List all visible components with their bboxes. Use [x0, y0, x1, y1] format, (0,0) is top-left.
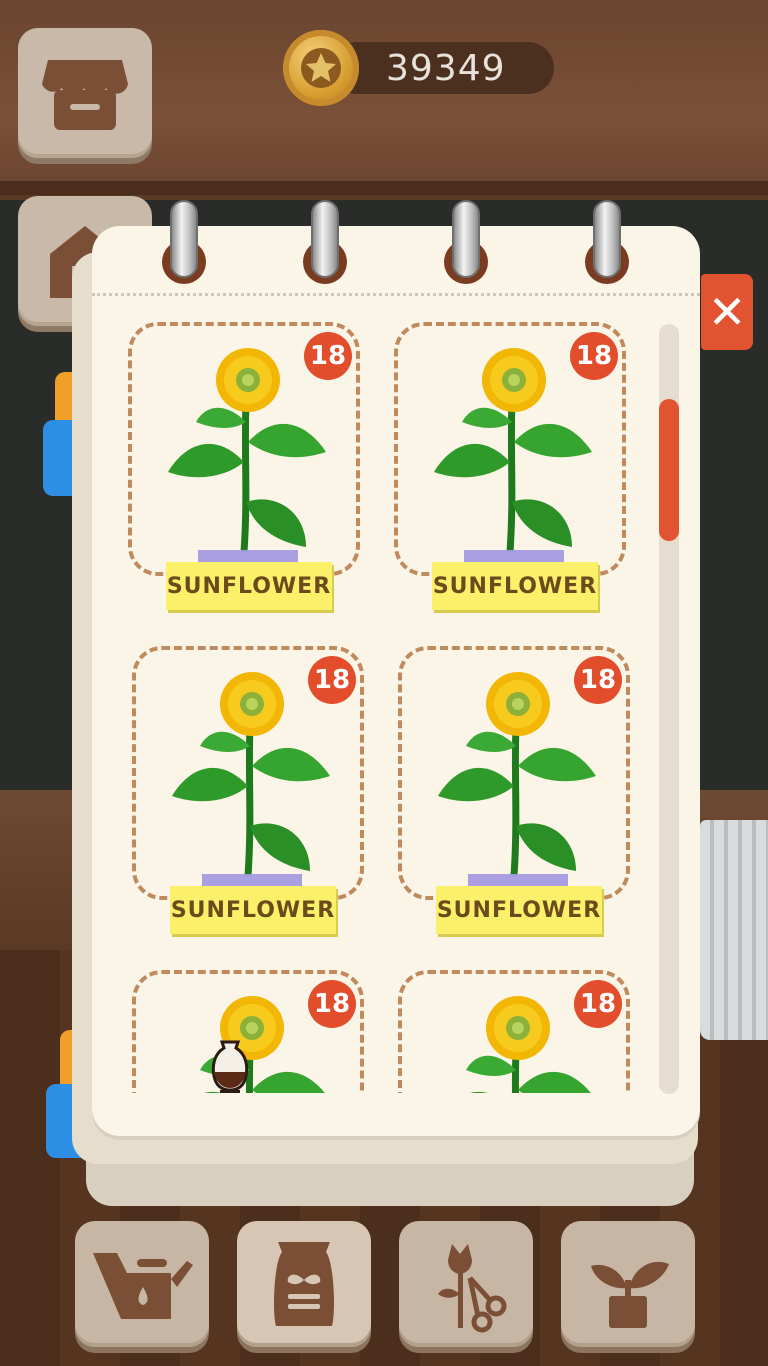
- level-badge: 18: [304, 332, 352, 380]
- watering-can-button[interactable]: [75, 1221, 209, 1347]
- seed-bag-icon: [274, 1242, 334, 1326]
- shop-icon: [42, 60, 128, 130]
- plant-name-label: SUNFLOWER: [166, 562, 332, 610]
- binder-ring: [311, 200, 339, 278]
- plant-name-label: SUNFLOWER: [432, 562, 598, 610]
- plant-card[interactable]: 18: [398, 970, 638, 1093]
- sunflower-plant-icon: [438, 672, 596, 876]
- vase-icon: [211, 1040, 249, 1093]
- shop-button[interactable]: [18, 28, 152, 158]
- level-badge: 18: [574, 980, 622, 1028]
- binder-ring: [452, 200, 480, 278]
- sunflower-plant-icon: [434, 348, 592, 552]
- close-button[interactable]: ✕: [701, 274, 753, 350]
- plant-card[interactable]: 18: [132, 970, 372, 1093]
- plant-card[interactable]: 18 SUNFLOWER: [398, 646, 638, 936]
- scrollbar-thumb[interactable]: [659, 399, 679, 542]
- pot-button[interactable]: [561, 1221, 695, 1347]
- seed-bag-button[interactable]: [237, 1221, 371, 1347]
- plant-name-label: SUNFLOWER: [170, 886, 336, 934]
- binder-ring: [593, 200, 621, 278]
- harvest-button[interactable]: [399, 1221, 533, 1347]
- page-divider: [92, 293, 700, 296]
- binder-ring: [170, 200, 198, 278]
- level-badge: 18: [308, 980, 356, 1028]
- level-badge: 18: [574, 656, 622, 704]
- sunflower-plant-icon: [168, 348, 326, 552]
- plant-card[interactable]: 18 SUNFLOWER: [132, 646, 372, 936]
- close-icon: ✕: [707, 285, 747, 339]
- star-coin-icon: [283, 30, 359, 106]
- plant-card[interactable]: 18 SUNFLOWER: [394, 322, 634, 612]
- level-badge: 18: [570, 332, 618, 380]
- watering-can-icon: [93, 1253, 193, 1319]
- plant-name-label: SUNFLOWER: [436, 886, 602, 934]
- sunflower-plant-icon: [172, 672, 330, 876]
- sprout-pot-icon: [591, 1261, 669, 1328]
- flower-scissors-icon: [438, 1244, 507, 1333]
- coin-count: 39349: [386, 48, 506, 89]
- plant-grid: 18 SUNFLOWER 18 SUNFLOWER 18 SUNFLOWER 1…: [110, 300, 655, 1093]
- level-badge: 18: [308, 656, 356, 704]
- wastebasket: [700, 820, 768, 1040]
- plant-card[interactable]: 18 SUNFLOWER: [128, 322, 368, 612]
